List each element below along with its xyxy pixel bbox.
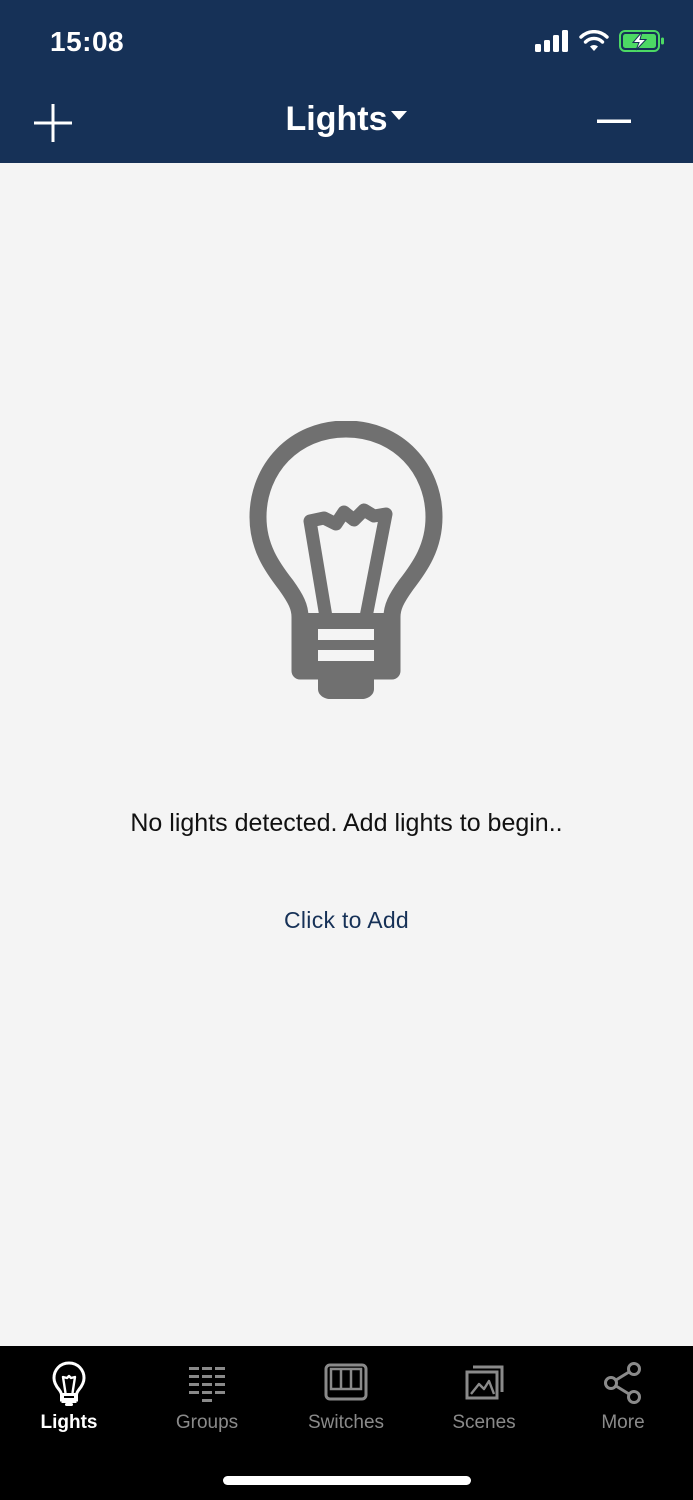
switches-icon bbox=[324, 1363, 368, 1401]
remove-light-button[interactable] bbox=[597, 108, 633, 134]
nav-title-container: Lights bbox=[0, 100, 693, 139]
click-to-add-link[interactable]: Click to Add bbox=[284, 907, 409, 933]
tab-more[interactable]: More bbox=[554, 1360, 692, 1434]
status-icons bbox=[535, 30, 665, 52]
tab-label-groups: Groups bbox=[175, 1412, 239, 1433]
tab-label-lights: Lights bbox=[40, 1412, 98, 1433]
tab-label-more: More bbox=[601, 1412, 645, 1433]
tab-lights[interactable]: Lights bbox=[0, 1360, 138, 1434]
lights-dropdown[interactable]: Lights bbox=[286, 100, 408, 139]
share-icon bbox=[604, 1362, 641, 1404]
scenes-icon bbox=[465, 1365, 504, 1400]
status-time: 15:08 bbox=[50, 26, 125, 57]
app-header: 15:08 Lights bbox=[0, 0, 693, 163]
main-content: No lights detected. Add lights to begin.… bbox=[0, 163, 693, 1346]
tab-label-scenes: Scenes bbox=[452, 1412, 516, 1433]
wifi-icon bbox=[579, 30, 609, 51]
click-to-add-container: Click to Add bbox=[0, 907, 693, 934]
tab-switches[interactable]: Switches bbox=[277, 1360, 415, 1434]
home-indicator[interactable] bbox=[223, 1476, 471, 1485]
tab-groups[interactable]: Groups bbox=[138, 1360, 276, 1434]
cellular-signal-icon bbox=[535, 30, 568, 52]
minus-icon bbox=[597, 119, 631, 123]
caret-down-icon bbox=[391, 111, 408, 120]
tab-scenes[interactable]: Scenes bbox=[415, 1360, 553, 1434]
tab-label-switches: Switches bbox=[307, 1412, 385, 1433]
groups-icon bbox=[189, 1367, 225, 1402]
lightbulb-icon bbox=[249, 421, 443, 699]
nav-title: Lights bbox=[285, 100, 388, 138]
battery-charging-icon bbox=[619, 30, 664, 52]
empty-state-message: No lights detected. Add lights to begin.… bbox=[130, 809, 563, 837]
lightbulb-icon bbox=[52, 1361, 86, 1406]
